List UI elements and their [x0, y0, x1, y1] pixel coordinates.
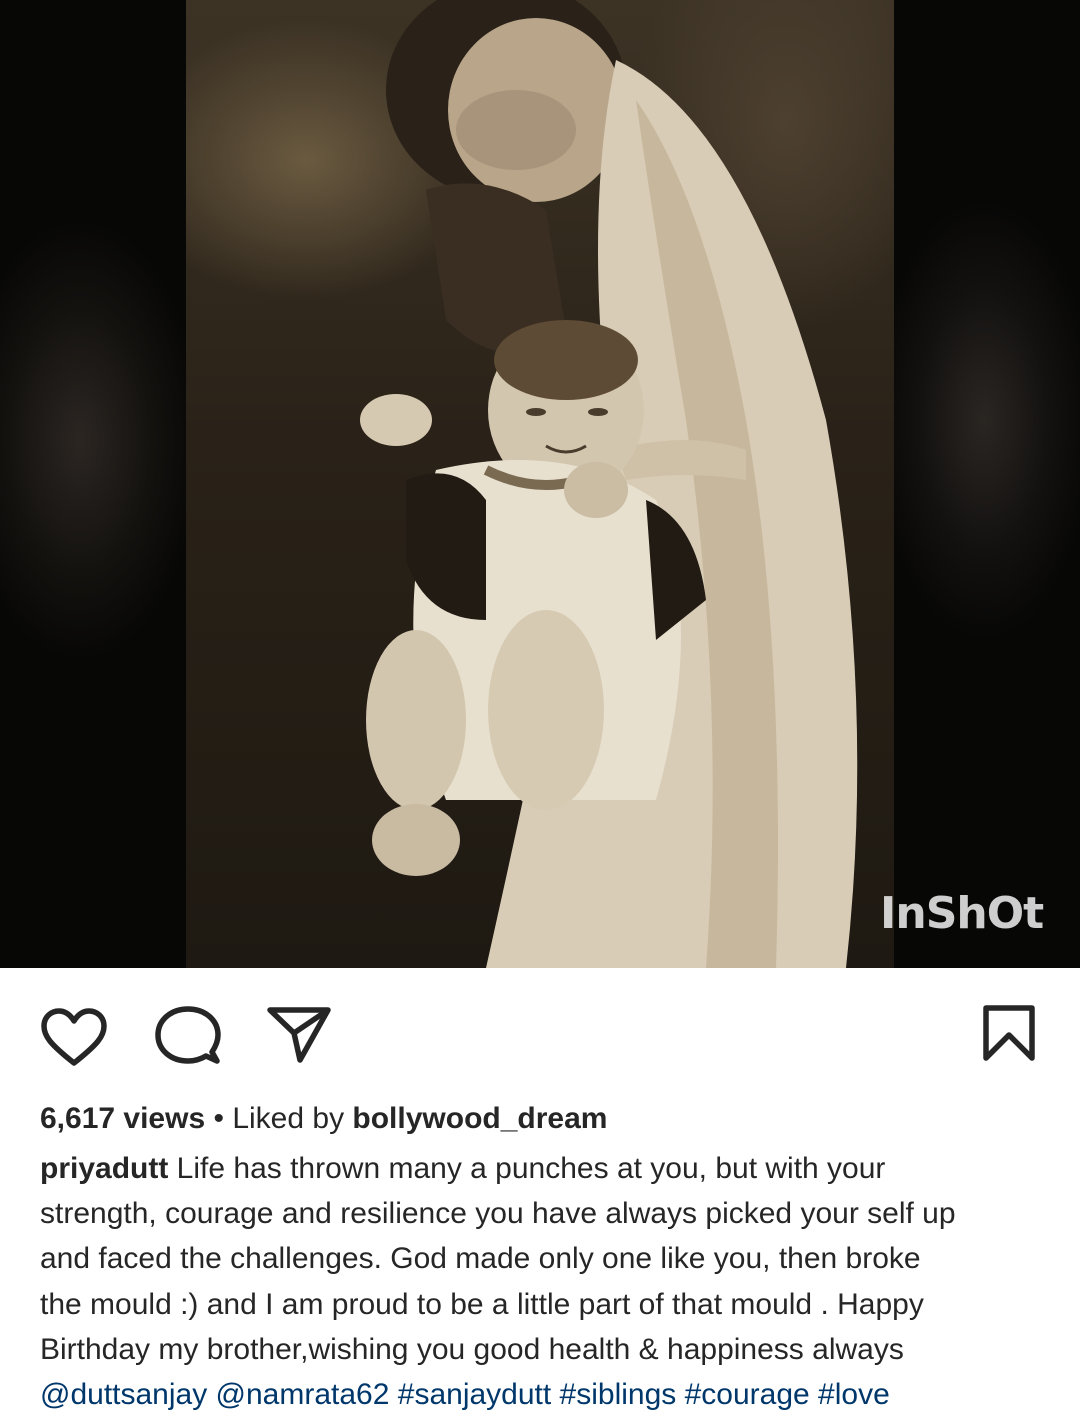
blurred-background-right [894, 0, 1080, 968]
caption-line-1: priyadutt Life has thrown many a punches… [40, 1146, 1050, 1191]
save-button[interactable] [982, 1004, 1036, 1067]
inshot-watermark: InShOt [880, 888, 1044, 939]
liked-by-user-link[interactable]: bollywood_dream [352, 1102, 607, 1135]
view-count[interactable]: 6,617 views [40, 1102, 205, 1135]
liked-by-prefix: Liked by [232, 1102, 353, 1135]
caption-line-5: Birthday my brother,wishing you good hea… [40, 1332, 904, 1366]
blurred-background-left [0, 0, 186, 968]
caption-tags-line[interactable]: @duttsanjay @namrata62 #sanjaydutt #sibl… [40, 1372, 1050, 1417]
caption-line-3: and faced the challenges. God made only … [40, 1242, 921, 1276]
like-button[interactable] [40, 1008, 108, 1073]
heart-icon [41, 1008, 107, 1066]
post-photo[interactable] [186, 0, 894, 968]
post-media[interactable]: InShOt [0, 0, 1080, 968]
post-meta: 6,617 views • Liked by bollywood_dream [40, 1096, 1050, 1141]
paper-plane-icon [267, 1007, 331, 1063]
share-button[interactable] [265, 1004, 333, 1069]
meta-separator: • [205, 1102, 233, 1135]
vintage-photo-illustration [360, 0, 858, 968]
caption-line-4: the mould :) and I am proud to be a litt… [40, 1287, 924, 1321]
bookmark-icon [983, 1005, 1035, 1061]
caption-line-2: strength, courage and resilience you hav… [40, 1197, 956, 1231]
comment-button[interactable] [155, 1006, 221, 1071]
author-username-link[interactable]: priyadutt [40, 1152, 168, 1185]
caption-text-1: Life has thrown many a punches at you, b… [168, 1152, 886, 1185]
post-caption: priyadutt Life has thrown many a punches… [40, 1146, 1050, 1417]
comment-icon [155, 1006, 221, 1064]
